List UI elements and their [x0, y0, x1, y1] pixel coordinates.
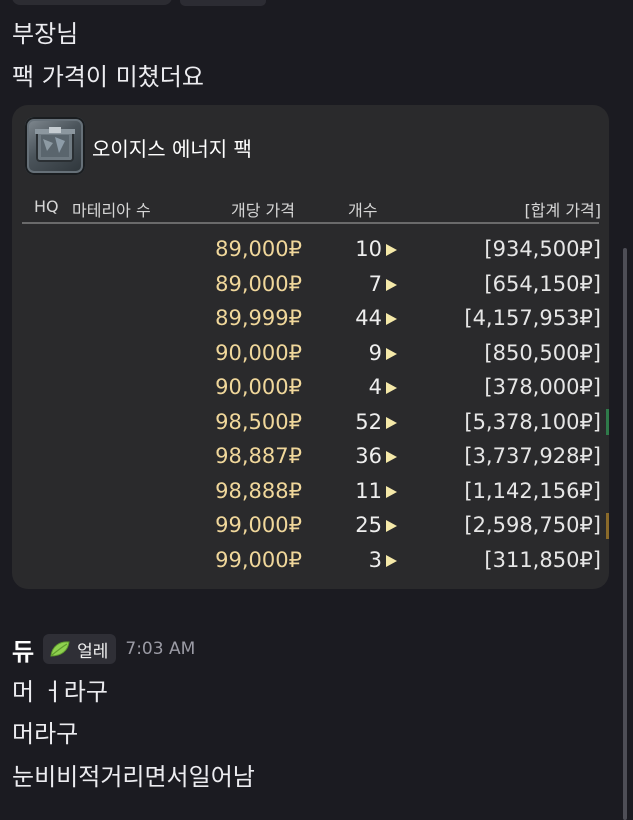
- total-price: [934,500₽]: [484, 237, 601, 261]
- cropped-author-name: [12, 0, 172, 5]
- play-arrow-icon: [386, 347, 397, 360]
- listing-row: 90,000₽ 4 [378,000₽]: [12, 371, 609, 405]
- role-name: 얼레: [77, 641, 109, 662]
- play-arrow-icon: [386, 313, 397, 325]
- quantity: 9: [368, 340, 382, 365]
- listing-row: 89,999₽ 44 [4,157,953₽]: [12, 302, 609, 336]
- listing-row: 89,000₽ 7 [654,150₽]: [12, 268, 609, 302]
- play-arrow-icon: [386, 416, 397, 429]
- total-price: [3,737,928₽]: [464, 444, 601, 468]
- quantity: 36: [355, 444, 382, 468]
- header-divider: [22, 222, 599, 224]
- column-total: [합계 가격]: [524, 201, 601, 220]
- total-price: [1,142,156₽]: [464, 478, 601, 503]
- message-line: 팩 가격이 미쳤더요: [12, 63, 204, 91]
- play-arrow-icon: [386, 278, 397, 291]
- unit-price: 98,888₽: [215, 478, 302, 503]
- total-price: [2,598,750₽]: [464, 513, 601, 537]
- total-price: [654,150₽]: [484, 271, 601, 296]
- play-arrow-icon: [386, 244, 397, 256]
- item-name: 오이지스 에너지 팩: [92, 137, 252, 161]
- column-hq: HQ: [34, 197, 59, 216]
- quantity: 3: [368, 547, 382, 572]
- quantity: 52: [355, 409, 382, 434]
- unit-price: 89,999₽: [215, 306, 302, 330]
- total-price: [378,000₽]: [484, 375, 601, 399]
- listing-row: 98,887₽ 36 [3,737,928₽]: [12, 440, 609, 474]
- message-line: 부장님: [12, 20, 79, 48]
- unit-price: 89,000₽: [215, 271, 302, 296]
- market-board-image[interactable]: 오이지스 에너지 팩 HQ 마테리아 수 개당 가격 개수 [합계 가격] 89…: [12, 105, 609, 589]
- column-quantity: 개수: [348, 201, 378, 220]
- scroll-edge-mark: [606, 409, 609, 435]
- play-arrow-icon: [386, 554, 397, 567]
- listing-row: 98,500₽ 52 [5,378,100₽]: [12, 406, 609, 440]
- listing-row: 89,000₽ 10 [934,500₽]: [12, 233, 609, 267]
- unit-price: 99,000₽: [215, 513, 302, 537]
- play-arrow-icon: [386, 451, 397, 463]
- play-arrow-icon: [386, 520, 397, 532]
- message-line: 머 ㅓ라구: [12, 678, 108, 706]
- unit-price: 90,000₽: [215, 340, 302, 365]
- quantity: 4: [368, 375, 382, 399]
- total-price: [311,850₽]: [484, 547, 601, 572]
- total-price: [850,500₽]: [484, 340, 601, 365]
- column-materia: 마테리아 수: [72, 201, 151, 220]
- quantity: 25: [355, 513, 382, 537]
- role-badge[interactable]: 얼레: [43, 634, 117, 664]
- unit-price: 98,887₽: [215, 444, 302, 468]
- leaf-icon: [49, 640, 71, 658]
- column-unit-price: 개당 가격: [231, 201, 295, 220]
- unit-price: 98,500₽: [215, 409, 302, 434]
- unit-price: 99,000₽: [215, 547, 302, 572]
- quantity: 44: [355, 306, 382, 330]
- message-line: 눈비비적거리면서일어남: [12, 763, 255, 791]
- unit-price: 89,000₽: [215, 237, 302, 261]
- message-timestamp[interactable]: 7:03 AM: [125, 639, 195, 659]
- listing-row: 99,000₽ 3 [311,850₽]: [12, 544, 609, 578]
- unit-price: 90,000₽: [215, 375, 302, 399]
- quantity: 7: [368, 271, 382, 296]
- play-arrow-icon: [386, 382, 397, 394]
- listing-row: 90,000₽ 9 [850,500₽]: [12, 337, 609, 371]
- scroll-edge-mark: [606, 513, 609, 539]
- energy-pack-crate-icon: [25, 117, 85, 175]
- play-arrow-icon: [386, 485, 397, 498]
- listing-row: 99,000₽ 25 [2,598,750₽]: [12, 509, 609, 543]
- author-name[interactable]: 듀: [12, 632, 34, 667]
- message-header: 듀 얼레 7:03 AM: [12, 632, 195, 667]
- cropped-role-badge: [180, 0, 266, 6]
- quantity: 11: [355, 478, 382, 503]
- total-price: [5,378,100₽]: [464, 409, 601, 434]
- scrollbar-thumb[interactable]: [623, 248, 627, 820]
- listing-row: 98,888₽ 11 [1,142,156₽]: [12, 475, 609, 509]
- message-line: 머라구: [12, 720, 79, 748]
- quantity: 10: [355, 237, 382, 261]
- total-price: [4,157,953₽]: [464, 306, 601, 330]
- previous-author-row: [12, 0, 266, 8]
